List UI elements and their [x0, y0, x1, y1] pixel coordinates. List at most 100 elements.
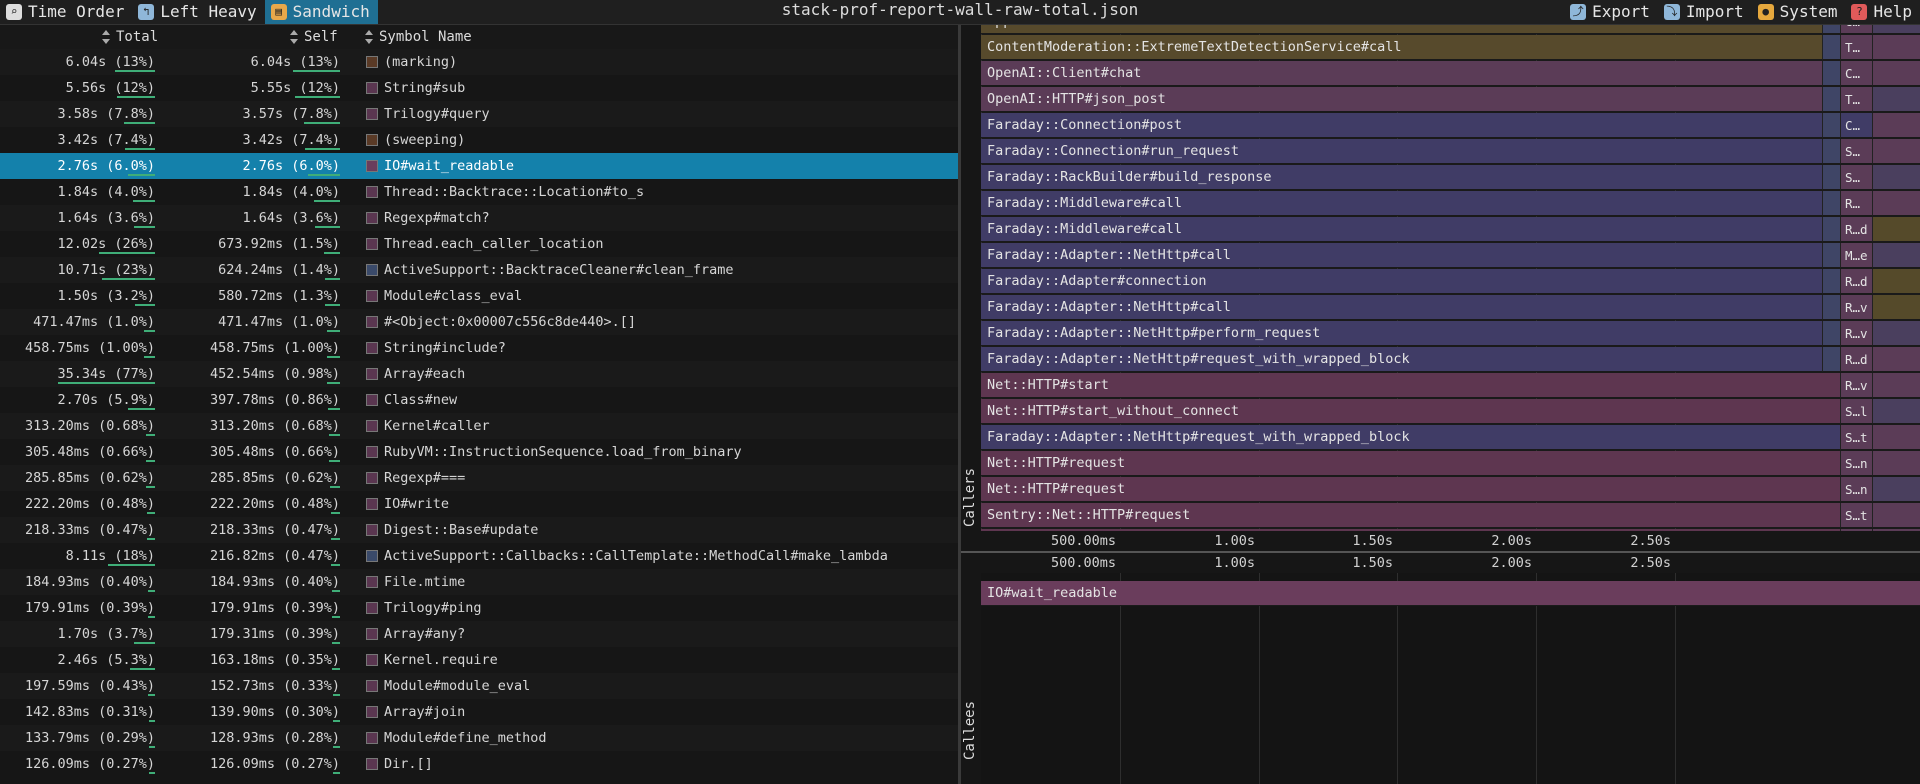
caller-frame[interactable]: Faraday::Connection#post: [981, 113, 1822, 138]
table-row[interactable]: 458.75ms (1.00%) 458.75ms (1.00%) String#i…: [0, 335, 958, 361]
toolbar-export-button[interactable]: ⤴ Export: [1564, 0, 1658, 24]
caller-frame-sliver[interactable]: [1872, 165, 1920, 190]
caller-frame-narrow[interactable]: R…v: [1840, 295, 1872, 320]
sort-total-header[interactable]: Total: [102, 25, 158, 49]
table-row[interactable]: 305.48ms (0.66%) 305.48ms (0.66%) RubyVM::…: [0, 439, 958, 465]
caller-frame[interactable]: Faraday::Adapter::NetHttp#request_with_w…: [981, 425, 1840, 450]
table-row[interactable]: 5.56s (12%) 5.55s (12%) String#sub: [0, 75, 958, 101]
caller-frame-narrow[interactable]: C…: [1840, 25, 1872, 34]
caller-frame-sliver[interactable]: [1822, 61, 1840, 86]
table-row[interactable]: 184.93ms (0.40%) 184.93ms (0.40%) File.mti…: [0, 569, 958, 595]
caller-frame-sliver[interactable]: [1872, 295, 1920, 320]
table-row[interactable]: 285.85ms (0.62%) 285.85ms (0.62%) Regexp#=…: [0, 465, 958, 491]
caller-frame[interactable]: Faraday::Adapter::NetHttp#perform_reques…: [981, 321, 1822, 346]
caller-frame-narrow[interactable]: R…d: [1840, 269, 1872, 294]
caller-frame-narrow[interactable]: S…t: [1840, 425, 1872, 450]
caller-frame[interactable]: Faraday::Adapter::NetHttp#call: [981, 243, 1822, 268]
caller-frame-sliver[interactable]: [1872, 477, 1920, 502]
sort-name-header[interactable]: Symbol Name: [365, 25, 472, 49]
caller-frame-narrow[interactable]: C…: [1840, 113, 1872, 138]
table-row[interactable]: 10.71s (23%) 624.24ms (1.4%) ActiveSupport…: [0, 257, 958, 283]
table-row[interactable]: 12.02s (26%) 673.92ms (1.5%) Thread.each_c…: [0, 231, 958, 257]
caller-frame[interactable]: Net::HTTP#request: [981, 477, 1840, 502]
table-row[interactable]: 142.83ms (0.31%) 139.90ms (0.30%) Array#jo…: [0, 699, 958, 725]
table-row[interactable]: 218.33ms (0.47%) 218.33ms (0.47%) Digest::…: [0, 517, 958, 543]
caller-frame-narrow[interactable]: S…l: [1840, 399, 1872, 424]
caller-frame-sliver[interactable]: [1872, 25, 1920, 34]
table-row[interactable]: 2.70s (5.9%) 397.78ms (0.86%) Class#new: [0, 387, 958, 413]
caller-frame[interactable]: ApplicationService#call: [981, 25, 1822, 34]
table-row[interactable]: 35.34s (77%) 452.54ms (0.98%) Array#each: [0, 361, 958, 387]
caller-frame-narrow[interactable]: R…d: [1840, 217, 1872, 242]
table-row[interactable]: 126.09ms (0.27%) 126.09ms (0.27%) Dir.[]: [0, 751, 958, 777]
caller-frame[interactable]: Net::HTTP#request: [981, 451, 1840, 476]
caller-frame-sliver[interactable]: [1822, 139, 1840, 164]
caller-frame-narrow[interactable]: T…: [1840, 87, 1872, 112]
caller-frame[interactable]: Faraday::Middleware#call: [981, 191, 1822, 216]
caller-frame-sliver[interactable]: [1872, 113, 1920, 138]
caller-frame[interactable]: Net::HTTP#start: [981, 373, 1840, 398]
caller-frame[interactable]: OpenAI::HTTP#json_post: [981, 87, 1822, 112]
table-row[interactable]: 2.46s (5.3%) 163.18ms (0.35%) Kernel.requi…: [0, 647, 958, 673]
table-row[interactable]: 1.70s (3.7%) 179.31ms (0.39%) Array#any?: [0, 621, 958, 647]
caller-frame-sliver[interactable]: [1872, 321, 1920, 346]
caller-frame-sliver[interactable]: [1872, 87, 1920, 112]
caller-frame[interactable]: ContentModeration::ExtremeTextDetectionS…: [981, 35, 1822, 60]
caller-frame-narrow[interactable]: M…e: [1840, 243, 1872, 268]
table-row[interactable]: 313.20ms (0.68%) 313.20ms (0.68%) Kernel#c…: [0, 413, 958, 439]
caller-frame-sliver[interactable]: [1872, 425, 1920, 450]
table-row[interactable]: 3.42s (7.4%) 3.42s (7.4%) (sweeping): [0, 127, 958, 153]
table-row[interactable]: 197.59ms (0.43%) 152.73ms (0.33%) Module#m…: [0, 673, 958, 699]
caller-frame-narrow[interactable]: S…: [1840, 139, 1872, 164]
callee-frame[interactable]: IO#wait_readable: [981, 581, 1920, 606]
caller-frame-sliver[interactable]: [1872, 217, 1920, 242]
caller-frame-narrow[interactable]: R…v: [1840, 373, 1872, 398]
caller-frame-narrow[interactable]: S…n: [1840, 451, 1872, 476]
caller-frame-sliver[interactable]: [1872, 373, 1920, 398]
caller-frame-sliver[interactable]: [1872, 61, 1920, 86]
toolbar-sandwich-button[interactable]: ▤ Sandwich: [264, 0, 378, 24]
caller-frame[interactable]: Faraday::Adapter#connection: [981, 269, 1822, 294]
caller-frame-sliver[interactable]: [1872, 35, 1920, 60]
caller-frame-sliver[interactable]: [1872, 191, 1920, 216]
caller-frame[interactable]: Faraday::Adapter::NetHttp#call: [981, 295, 1822, 320]
table-row[interactable]: 471.47ms (1.0%) 471.47ms (1.0%) #<Object:0…: [0, 309, 958, 335]
caller-frame-narrow[interactable]: T…: [1840, 35, 1872, 60]
caller-frame[interactable]: Faraday::Middleware#call: [981, 217, 1822, 242]
caller-frame-sliver[interactable]: [1872, 451, 1920, 476]
caller-frame-sliver[interactable]: [1822, 25, 1840, 34]
table-row[interactable]: 1.64s (3.6%) 1.64s (3.6%) Regexp#match?: [0, 205, 958, 231]
caller-frame[interactable]: Faraday::Adapter::NetHttp#request_with_w…: [981, 347, 1822, 372]
caller-frame-sliver[interactable]: [1872, 139, 1920, 164]
caller-frame-narrow[interactable]: R…v: [1840, 321, 1872, 346]
caller-frame-sliver[interactable]: [1822, 191, 1840, 216]
caller-frame-sliver[interactable]: [1822, 321, 1840, 346]
caller-frame[interactable]: Faraday::Connection#run_request: [981, 139, 1822, 164]
caller-frame-sliver[interactable]: [1872, 243, 1920, 268]
caller-frame-sliver[interactable]: [1822, 347, 1840, 372]
caller-frame[interactable]: Sentry::Net::HTTP#request: [981, 503, 1840, 528]
table-row[interactable]: 1.50s (3.2%) 580.72ms (1.3%) Module#class_…: [0, 283, 958, 309]
table-row[interactable]: 3.58s (7.8%) 3.57s (7.8%) Trilogy#query: [0, 101, 958, 127]
caller-frame-narrow[interactable]: S…t: [1840, 503, 1872, 528]
table-row[interactable]: 179.91ms (0.39%) 179.91ms (0.39%) Trilogy#…: [0, 595, 958, 621]
caller-frame-sliver[interactable]: [1872, 347, 1920, 372]
caller-frame-sliver[interactable]: [1822, 295, 1840, 320]
toolbar-system-button[interactable]: ● System: [1752, 0, 1846, 24]
table-row[interactable]: 2.76s (6.0%) 2.76s (6.0%) IO#wait_readable: [0, 153, 958, 179]
caller-frame-sliver[interactable]: [1822, 113, 1840, 138]
caller-frame[interactable]: Faraday::RackBuilder#build_response: [981, 165, 1822, 190]
caller-frame-sliver[interactable]: [1872, 269, 1920, 294]
caller-frame-sliver[interactable]: [1822, 217, 1840, 242]
caller-frame-sliver[interactable]: [1872, 399, 1920, 424]
caller-frame[interactable]: Net::HTTP#start_without_connect: [981, 399, 1840, 424]
caller-frame-narrow[interactable]: C…: [1840, 61, 1872, 86]
toolbar-help-button[interactable]: ? Help: [1845, 0, 1920, 24]
table-row[interactable]: 133.79ms (0.29%) 128.93ms (0.28%) Module#d…: [0, 725, 958, 751]
caller-frame[interactable]: OpenAI::Client#chat: [981, 61, 1822, 86]
caller-frame-sliver[interactable]: [1822, 35, 1840, 60]
caller-frame-narrow[interactable]: R…d: [1840, 347, 1872, 372]
toolbar-left-heavy-button[interactable]: ↰ Left Heavy: [132, 0, 264, 24]
caller-frame-sliver[interactable]: [1872, 503, 1920, 528]
table-row[interactable]: 1.84s (4.0%) 1.84s (4.0%) Thread::Backtrac…: [0, 179, 958, 205]
